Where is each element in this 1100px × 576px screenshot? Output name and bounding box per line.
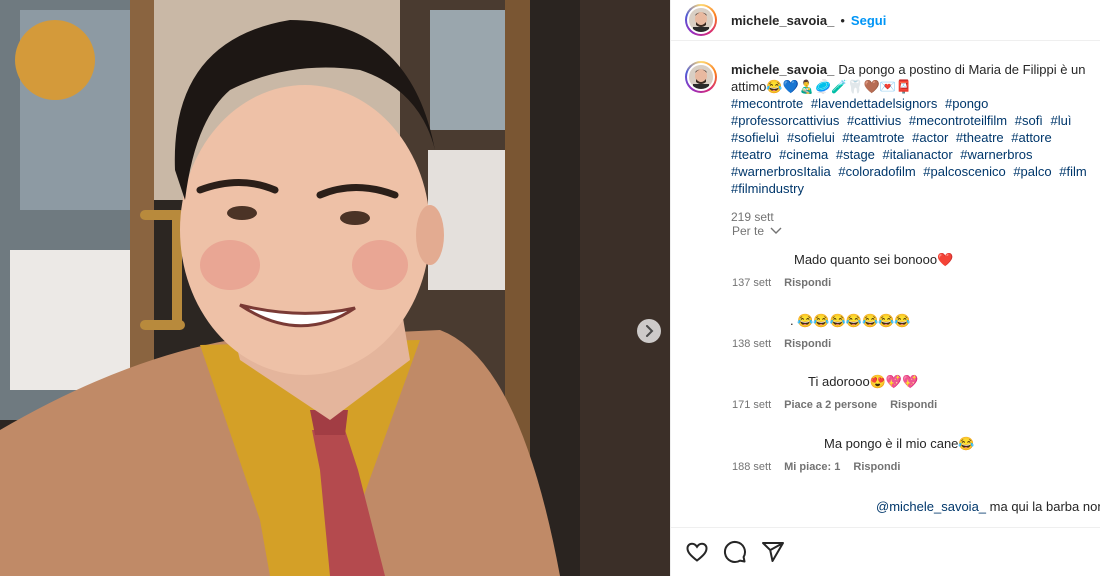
comment-button[interactable] xyxy=(723,540,747,564)
hashtag-link[interactable]: #sofielui xyxy=(787,130,835,145)
hashtag-link[interactable]: #mecontroteilfilm xyxy=(909,113,1007,128)
comment-text: . 😂😂😂😂😂😂😂 xyxy=(790,313,911,328)
hashtag-link[interactable]: #professorcattivius xyxy=(731,113,839,128)
comment-time[interactable]: 137 sett xyxy=(732,277,771,289)
hashtag-link[interactable]: #mecontrote xyxy=(731,96,803,111)
comment-mention[interactable]: @michele_savoia_ xyxy=(876,499,986,514)
post-header: michele_savoia_ • Segui xyxy=(671,0,1100,41)
hashtag-link[interactable]: #warnerbrosItalia xyxy=(731,164,831,179)
comment-time[interactable]: 138 sett xyxy=(732,338,771,350)
hashtag-link[interactable]: #film xyxy=(1059,164,1086,179)
hashtag-link[interactable]: #cinema xyxy=(779,147,828,162)
caption-avatar[interactable] xyxy=(685,61,717,93)
comment-likes[interactable]: Piace a 2 persone xyxy=(784,399,877,411)
comment-text: Ma pongo è il mio cane😂 xyxy=(824,436,975,451)
comment-time[interactable]: 188 sett xyxy=(732,461,771,473)
instagram-post: michele_savoia_ • Segui michele_savoia_ … xyxy=(0,0,1100,576)
caption-username[interactable]: michele_savoia_ xyxy=(731,62,834,77)
hashtag-link[interactable]: #actor xyxy=(912,130,948,145)
comment-item-partial: @michele_savoia_ ma qui la barba non xyxy=(876,499,1100,514)
comment-icon xyxy=(723,540,746,563)
caption-time[interactable]: 219 sett xyxy=(731,209,1097,226)
comment-text: Mado quanto sei bonooo❤️ xyxy=(794,252,954,267)
post-caption: michele_savoia_ Da pongo a postino di Mar… xyxy=(685,61,1097,226)
comment-item: Ma pongo è il mio cane😂 188 sett Mi piac… xyxy=(732,436,1097,473)
chevron-down-icon xyxy=(770,227,782,234)
header-username[interactable]: michele_savoia_ xyxy=(731,13,834,28)
hashtag-link[interactable]: #attore xyxy=(1011,130,1051,145)
follow-button[interactable]: Segui xyxy=(851,13,886,28)
hashtag-link[interactable]: #sofì xyxy=(1015,113,1043,128)
next-media-button[interactable] xyxy=(637,319,661,343)
post-actions xyxy=(671,527,1100,576)
comment-sort-label: Per te xyxy=(732,224,765,238)
hashtag-link[interactable]: #filmindustry xyxy=(731,181,804,196)
hashtag-link[interactable]: #teatro xyxy=(731,147,771,162)
hashtag-link[interactable]: #sofieluì xyxy=(731,130,779,145)
caption-hashtags: #mecontrote #lavendettadelsignors #pongo… xyxy=(731,95,1097,197)
hashtag-link[interactable]: #pongo xyxy=(945,96,988,111)
hashtag-link[interactable]: #stage xyxy=(836,147,875,162)
comment-text: Ti adorooo😍💖💖 xyxy=(808,374,919,389)
hashtag-link[interactable]: #warnerbros xyxy=(960,147,1032,162)
reply-button[interactable]: Rispondi xyxy=(784,338,831,350)
heart-icon xyxy=(686,542,708,562)
hashtag-link[interactable]: #theatre xyxy=(956,130,1004,145)
reply-button[interactable]: Rispondi xyxy=(853,461,900,473)
chevron-right-icon xyxy=(646,325,654,337)
hashtag-link[interactable]: #italianactor xyxy=(883,147,953,162)
hashtag-link[interactable]: #palcoscenico xyxy=(923,164,1005,179)
comment-likes[interactable]: Mi piace: 1 xyxy=(784,461,840,473)
comment-item: Mado quanto sei bonooo❤️ 137 sett Rispon… xyxy=(732,252,1097,289)
header-separator: • xyxy=(840,12,845,28)
comment-sort-dropdown[interactable]: Per te xyxy=(732,224,782,238)
like-button[interactable] xyxy=(685,540,709,564)
hashtag-link[interactable]: #lavendettadelsignors xyxy=(811,96,937,111)
comment-text: ma qui la barba non xyxy=(989,499,1100,514)
post-side-panel: michele_savoia_ • Segui michele_savoia_ … xyxy=(670,0,1100,576)
post-media[interactable] xyxy=(0,0,670,576)
reply-button[interactable]: Rispondi xyxy=(890,399,937,411)
avatar[interactable] xyxy=(685,4,717,36)
selfie-photo xyxy=(0,0,670,576)
hashtag-link[interactable]: #coloradofilm xyxy=(838,164,915,179)
comment-time[interactable]: 171 sett xyxy=(732,399,771,411)
comment-item: Ti adorooo😍💖💖 171 sett Piace a 2 persone… xyxy=(732,374,1097,411)
reply-button[interactable]: Rispondi xyxy=(784,277,831,289)
comments-list[interactable]: michele_savoia_ Da pongo a postino di Mar… xyxy=(671,41,1100,527)
comment-item: . 😂😂😂😂😂😂😂 138 sett Rispondi xyxy=(732,313,1097,350)
share-button[interactable] xyxy=(761,540,785,564)
hashtag-link[interactable]: #luì xyxy=(1051,113,1072,128)
hashtag-link[interactable]: #palco xyxy=(1013,164,1051,179)
hashtag-link[interactable]: #teamtrote xyxy=(842,130,904,145)
share-icon xyxy=(762,542,784,562)
hashtag-link[interactable]: #cattivius xyxy=(847,113,901,128)
